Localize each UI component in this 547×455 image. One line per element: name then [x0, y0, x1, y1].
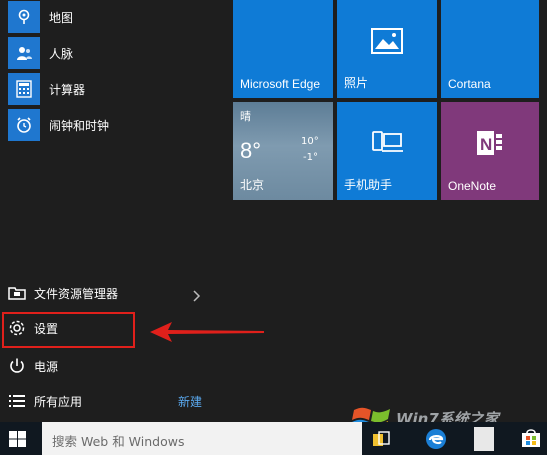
- new-badge: 新建: [178, 395, 203, 409]
- tile-label: Microsoft Edge: [240, 77, 321, 91]
- tile-cortana[interactable]: Cortana: [441, 0, 539, 98]
- search-box[interactable]: 搜索 Web 和 Windows: [42, 422, 362, 455]
- weather-temperature: 8°: [240, 138, 262, 163]
- document-icon[interactable]: [474, 427, 494, 451]
- settings-highlight-box: [2, 312, 135, 348]
- app-label: 计算器: [49, 82, 86, 97]
- list-icon: [8, 392, 26, 410]
- tile-microsoft-edge[interactable]: Microsoft Edge: [233, 0, 333, 98]
- weather-condition: 晴: [240, 110, 251, 123]
- tile-label: 手机助手: [344, 178, 393, 192]
- menu-item-label: 电源: [34, 360, 59, 374]
- phone-companion-icon: [371, 130, 403, 160]
- store-icon[interactable]: [521, 428, 541, 452]
- app-label: 地图: [49, 10, 74, 25]
- menu-item-label: 所有应用: [34, 395, 83, 409]
- chevron-right-icon[interactable]: [193, 287, 201, 306]
- task-view-icon[interactable]: [372, 430, 390, 452]
- menu-item-all-apps[interactable]: 所有应用 新建: [0, 384, 225, 418]
- app-item-alarms[interactable]: 闹钟和时钟: [0, 108, 225, 142]
- tile-label: OneNote: [448, 179, 497, 193]
- menu-item-label: 文件资源管理器: [34, 287, 119, 301]
- app-label: 人脉: [49, 46, 74, 61]
- start-menu: 地图 人脉 计算器 闹钟和时钟 Microsoft Edge 照片 Cortan…: [0, 0, 547, 435]
- windows-start-icon[interactable]: [9, 431, 26, 451]
- app-item-maps[interactable]: 地图: [0, 0, 225, 34]
- tile-onenote[interactable]: N OneNote: [441, 102, 539, 200]
- app-item-calculator[interactable]: 计算器: [0, 72, 225, 106]
- tile-label: Cortana: [448, 77, 491, 91]
- menu-item-file-explorer[interactable]: 文件资源管理器: [0, 276, 225, 310]
- app-label: 闹钟和时钟: [49, 118, 110, 133]
- map-icon: [8, 1, 40, 33]
- menu-item-power[interactable]: 电源: [0, 349, 225, 383]
- tile-photos[interactable]: 照片: [337, 0, 437, 98]
- tile-label: 北京: [240, 178, 265, 192]
- photo-icon: [371, 28, 403, 58]
- calculator-icon: [8, 73, 40, 105]
- tile-phone-companion[interactable]: 手机助手: [337, 102, 437, 200]
- folder-icon: [8, 284, 26, 302]
- edge-browser-icon[interactable]: [424, 427, 448, 455]
- onenote-icon: N: [475, 128, 505, 162]
- people-icon: [8, 37, 40, 69]
- power-icon: [8, 357, 26, 375]
- alarm-clock-icon: [8, 109, 40, 141]
- taskbar: 搜索 Web 和 Windows: [0, 422, 547, 455]
- search-placeholder: 搜索 Web 和 Windows: [52, 434, 185, 449]
- svg-text:N: N: [480, 135, 492, 154]
- tile-label: 照片: [344, 76, 369, 90]
- tile-weather[interactable]: 晴 8° 10° -1° 北京: [233, 102, 333, 200]
- annotation-arrow: [148, 320, 266, 348]
- app-item-people[interactable]: 人脉: [0, 36, 225, 70]
- weather-low: -1°: [303, 152, 318, 163]
- weather-high: 10°: [301, 136, 319, 147]
